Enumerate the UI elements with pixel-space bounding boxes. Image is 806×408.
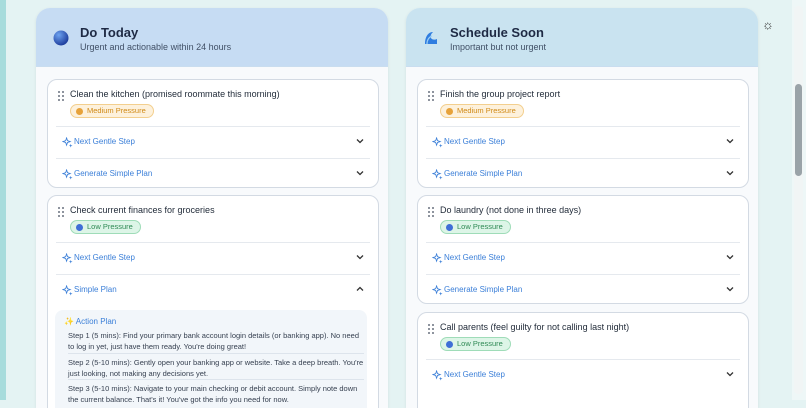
task-title: Do laundry (not done in three days)	[440, 205, 582, 215]
pressure-badge: Low Pressure	[440, 220, 511, 234]
column-header: Do Today Urgent and actionable within 24…	[36, 8, 388, 67]
row-label: Next Gentle Step	[74, 137, 135, 146]
chevron-down-icon	[726, 171, 734, 176]
drag-handle-icon[interactable]	[428, 207, 436, 219]
column-subtitle: Urgent and actionable within 24 hours	[80, 42, 232, 52]
pressure-dot-icon	[446, 340, 453, 348]
next-gentle-step-toggle[interactable]: Next Gentle Step	[426, 360, 740, 391]
column-header: Schedule Soon Important but not urgent	[406, 8, 758, 67]
generate-simple-plan-toggle[interactable]: Generate Simple Plan	[56, 159, 370, 187]
action-plan-panel: ✨ Action Plan Step 1 (5 mins): Find your…	[55, 310, 367, 408]
next-gentle-step-toggle[interactable]: Next Gentle Step	[56, 243, 370, 275]
column-title: Schedule Soon	[450, 25, 544, 40]
drag-handle-icon[interactable]	[428, 91, 436, 103]
action-plan-title: ✨ Action Plan	[64, 317, 117, 326]
sparkles-icon	[432, 169, 443, 180]
pressure-badge: Low Pressure	[70, 220, 141, 234]
window-edge	[0, 0, 6, 400]
column-do-today: Do Today Urgent and actionable within 24…	[36, 8, 388, 408]
plan-step: Step 2 (5-10 mins): Gently open your ban…	[68, 353, 364, 379]
drag-handle-icon[interactable]	[428, 324, 436, 336]
column-title: Do Today	[80, 25, 139, 40]
sparkles-icon	[62, 285, 73, 296]
theme-toggle-button[interactable]: ☼	[759, 16, 777, 34]
generate-simple-plan-toggle[interactable]: Generate Simple Plan	[426, 275, 740, 303]
column-schedule-soon: Schedule Soon Important but not urgent F…	[406, 8, 758, 408]
sparkles-icon	[432, 253, 443, 264]
pressure-badge: Medium Pressure	[440, 104, 524, 118]
task-header: Finish the group project report Medium P…	[426, 80, 740, 127]
drag-handle-icon[interactable]	[58, 91, 66, 103]
task-card: Do laundry (not done in three days) Low …	[417, 195, 749, 304]
generate-simple-plan-toggle[interactable]: Generate Simple Plan	[426, 159, 740, 187]
sparkles-icon	[432, 137, 443, 148]
chevron-down-icon	[726, 372, 734, 377]
task-header: Check current finances for groceries Low…	[56, 196, 370, 243]
task-card: Finish the group project report Medium P…	[417, 79, 749, 188]
moon-sphere-icon	[53, 30, 69, 46]
pressure-dot-icon	[446, 223, 453, 231]
plan-step: Step 3 (5-10 mins): Navigate to your mai…	[68, 379, 364, 405]
pressure-badge: Medium Pressure	[70, 104, 154, 118]
chevron-down-icon	[356, 139, 364, 144]
row-label: Next Gentle Step	[444, 137, 505, 146]
wave-icon	[425, 32, 437, 45]
task-header: Clean the kitchen (promised roommate thi…	[56, 80, 370, 127]
next-gentle-step-toggle[interactable]: Next Gentle Step	[56, 127, 370, 159]
row-label: Next Gentle Step	[444, 370, 505, 379]
next-gentle-step-toggle[interactable]: Next Gentle Step	[426, 243, 740, 275]
sparkles-icon	[62, 137, 73, 148]
chevron-up-icon	[356, 286, 364, 291]
task-header: Do laundry (not done in three days) Low …	[426, 196, 740, 243]
simple-plan-toggle[interactable]: Simple Plan	[56, 275, 370, 306]
task-title: Check current finances for groceries	[70, 205, 215, 215]
next-gentle-step-toggle[interactable]: Next Gentle Step	[426, 127, 740, 159]
pressure-dot-icon	[76, 107, 83, 115]
sparkles-icon	[62, 169, 73, 180]
sparkles-icon	[432, 370, 443, 381]
task-title: Finish the group project report	[440, 89, 561, 99]
row-label: Generate Simple Plan	[444, 169, 523, 178]
task-card: Call parents (feel guilty for not callin…	[417, 312, 749, 408]
pressure-badge: Low Pressure	[440, 337, 511, 351]
row-label: Next Gentle Step	[74, 253, 135, 262]
task-card: Clean the kitchen (promised roommate thi…	[47, 79, 379, 188]
chevron-down-icon	[726, 255, 734, 260]
pressure-dot-icon	[76, 223, 83, 231]
chevron-down-icon	[356, 255, 364, 260]
chevron-down-icon	[726, 139, 734, 144]
row-label: Simple Plan	[74, 285, 117, 294]
row-label: Generate Simple Plan	[74, 169, 153, 178]
sun-icon: ☼	[762, 17, 774, 32]
task-title: Clean the kitchen (promised roommate thi…	[70, 89, 280, 99]
row-label: Next Gentle Step	[444, 253, 505, 262]
scrollbar-track[interactable]	[794, 6, 803, 394]
drag-handle-icon[interactable]	[58, 207, 66, 219]
task-title: Call parents (feel guilty for not callin…	[440, 322, 630, 332]
plan-step: Step 1 (5 mins): Find your primary bank …	[68, 331, 359, 351]
row-label: Generate Simple Plan	[444, 285, 523, 294]
chevron-down-icon	[356, 171, 364, 176]
pressure-dot-icon	[446, 107, 453, 115]
sparkles-icon	[432, 285, 443, 296]
column-subtitle: Important but not urgent	[450, 42, 547, 52]
task-header: Call parents (feel guilty for not callin…	[426, 313, 740, 360]
chevron-down-icon	[726, 287, 734, 292]
sparkles-icon	[62, 253, 73, 264]
scrollbar-thumb[interactable]	[795, 84, 802, 176]
